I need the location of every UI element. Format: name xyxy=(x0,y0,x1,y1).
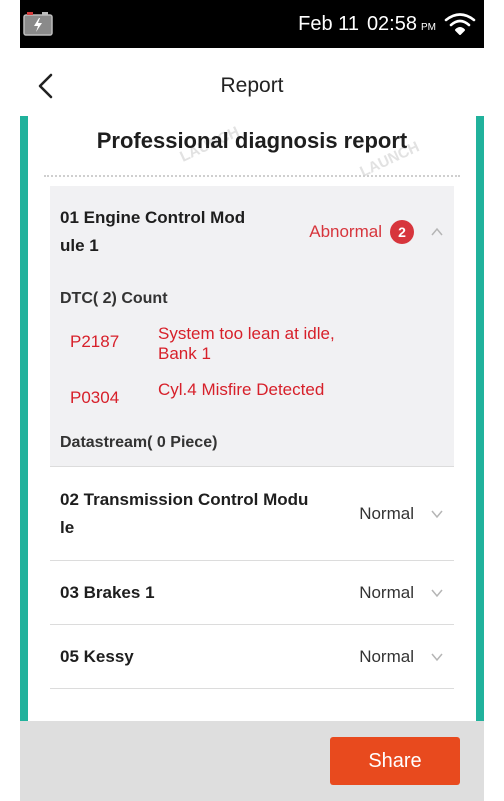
battery-charging-icon xyxy=(22,11,56,37)
module-name: 05 Kessy xyxy=(60,646,134,666)
dtc-row: P0304 Cyl.4 Misfire Detected xyxy=(50,364,454,408)
bottom-bar: Share xyxy=(20,721,484,801)
module-item-engine-control[interactable]: 01 Engine Control Module 1 Abnormal 2 DT… xyxy=(50,186,454,467)
page-title: Report xyxy=(220,74,284,97)
screen: Feb 11 02:58 PM Report LAUNCH LAUNCH Pro… xyxy=(0,0,504,801)
module-status: Abnormal 2 xyxy=(309,220,444,244)
module-status: Normal xyxy=(359,647,444,667)
wifi-icon xyxy=(444,12,476,36)
header: Report xyxy=(20,60,484,112)
status-time: 02:58 xyxy=(366,12,417,35)
status-bar: Feb 11 02:58 PM xyxy=(20,0,484,48)
dtc-code: P0304 xyxy=(70,388,120,407)
module-item-transmission[interactable]: 02 Transmission Control Module Normal xyxy=(50,467,454,561)
dotted-divider xyxy=(44,175,460,177)
dtc-code: P2187 xyxy=(70,332,120,351)
share-button[interactable]: Share xyxy=(330,737,460,785)
datastream-label: Datastream( 0 Piece) xyxy=(60,434,218,451)
chevron-down-icon[interactable] xyxy=(430,507,444,521)
status-normal: Normal xyxy=(359,582,414,602)
dtc-description: System too lean at idle, Bank 1 xyxy=(158,324,335,363)
module-status: Normal xyxy=(359,504,444,524)
dtc-count-badge: 2 xyxy=(390,220,414,244)
module-name: 02 Transmission Control Module xyxy=(60,489,309,537)
module-name: 01 Engine Control Module 1 xyxy=(60,208,246,255)
status-normal: Normal xyxy=(359,646,414,666)
status-ampm: PM xyxy=(421,21,436,33)
dtc-row: P2187 System too lean at idle, Bank 1 xyxy=(50,308,454,364)
report-title: Professional diagnosis report xyxy=(96,128,408,153)
status-date: Feb 11 xyxy=(298,12,359,35)
module-status: Normal xyxy=(359,583,444,603)
report-paper[interactable]: LAUNCH LAUNCH Professional diagnosis rep… xyxy=(28,116,476,721)
chevron-down-icon[interactable] xyxy=(430,586,444,600)
module-header[interactable]: 01 Engine Control Module 1 Abnormal 2 xyxy=(50,186,454,260)
module-name: 03 Brakes 1 xyxy=(60,582,155,602)
dtc-description: Cyl.4 Misfire Detected xyxy=(158,380,325,399)
module-item-brakes[interactable]: 03 Brakes 1 Normal xyxy=(50,561,454,625)
status-normal: Normal xyxy=(359,503,414,523)
status-right: Feb 11 02:58 PM xyxy=(298,12,484,36)
chevron-left-icon[interactable] xyxy=(32,72,60,100)
dtc-count-label: DTC( 2) Count xyxy=(60,290,168,307)
module-item-kessy[interactable]: 05 Kessy Normal xyxy=(50,625,454,689)
module-list: 01 Engine Control Module 1 Abnormal 2 DT… xyxy=(50,186,454,689)
status-abnormal: Abnormal xyxy=(309,222,382,241)
chevron-down-icon[interactable] xyxy=(430,650,444,664)
chevron-up-icon[interactable] xyxy=(430,225,444,239)
